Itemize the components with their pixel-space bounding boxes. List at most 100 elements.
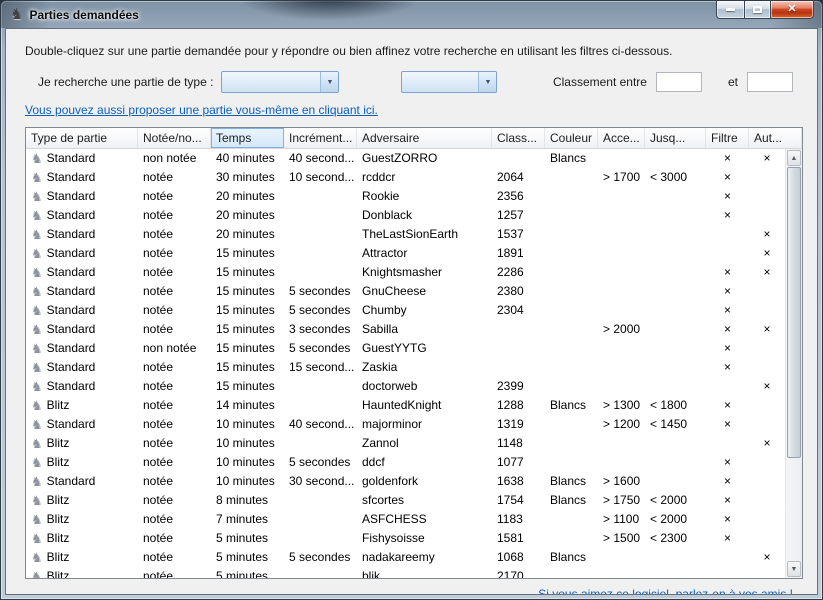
chevron-down-icon[interactable]: ▼: [478, 72, 496, 92]
table-row[interactable]: ♞Standardnotée15 minutesAttractor1891×: [26, 244, 785, 263]
chess-piece-icon: ♞: [31, 322, 43, 337]
table-row[interactable]: ♞Blitznotée8 minutessfcortes1754Blancs> …: [26, 491, 785, 510]
table-row[interactable]: ♞Standardnotée15 minutesdoctorweb2399×: [26, 377, 785, 396]
column-header-2[interactable]: Temps: [211, 128, 284, 148]
scrollbar-track[interactable]: [787, 167, 801, 560]
cell-9: ×: [706, 453, 749, 472]
cell-8: [645, 358, 706, 377]
game-type-text: Blitz: [47, 512, 70, 526]
table-row[interactable]: ♞Standardnotée20 minutesTheLastSionEarth…: [26, 225, 785, 244]
table-row[interactable]: ♞Standardnotée10 minutes40 second...majo…: [26, 415, 785, 434]
scroll-down-button[interactable]: ▼: [787, 561, 801, 577]
cell-3: 10 second...: [284, 168, 357, 187]
close-button[interactable]: ✕: [770, 1, 814, 19]
game-type-select[interactable]: ▼: [221, 71, 339, 93]
table-row[interactable]: ♞Standardnotée15 minutes5 secondesGnuChe…: [26, 282, 785, 301]
propose-game-link[interactable]: Vous pouvez aussi proposer une partie vo…: [25, 103, 378, 117]
table-row[interactable]: ♞Blitznotée5 minutesblik2170: [26, 567, 785, 578]
cell-7: > 1200: [598, 415, 645, 434]
cell-1: notée: [138, 225, 211, 244]
cell-4: doctorweb: [357, 377, 492, 396]
column-header-1[interactable]: Notée/no...: [138, 128, 211, 148]
cell-4: Chumby: [357, 301, 492, 320]
cell-0: ♞Blitz: [26, 453, 138, 472]
cell-2: 15 minutes: [211, 358, 284, 377]
column-header-5[interactable]: Class...: [492, 128, 545, 148]
cell-6: [545, 206, 598, 225]
maximize-button[interactable]: [744, 1, 771, 19]
cell-5: 1891: [492, 244, 545, 263]
cell-10: [749, 453, 785, 472]
table-row[interactable]: ♞Standardnotée15 minutes5 secondesChumby…: [26, 301, 785, 320]
cell-6: [545, 263, 598, 282]
cell-0: ♞Standard: [26, 358, 138, 377]
cell-9: [706, 377, 749, 396]
column-header-3[interactable]: Incrément...: [284, 128, 357, 148]
table-row[interactable]: ♞Standardnon notée40 minutes40 second...…: [26, 149, 785, 168]
cell-3: 5 secondes: [284, 548, 357, 567]
cell-2: 15 minutes: [211, 282, 284, 301]
table-row[interactable]: ♞Blitznotée10 minutes5 secondesddcf1077×: [26, 453, 785, 472]
cell-8: [645, 377, 706, 396]
table-row[interactable]: ♞Blitznotée14 minutesHauntedKnight1288Bl…: [26, 396, 785, 415]
game-type-text: Blitz: [47, 531, 70, 545]
titlebar[interactable]: ♞ Parties demandées ✕: [1, 1, 822, 28]
cell-10: ×: [749, 434, 785, 453]
table-row[interactable]: ♞Blitznotée5 minutesFishysoisse1581> 150…: [26, 529, 785, 548]
cell-10: ×: [749, 244, 785, 263]
game-type-text: Standard: [47, 208, 96, 222]
cell-9: ×: [706, 415, 749, 434]
table-row[interactable]: ♞Standardnotée10 minutes30 second...gold…: [26, 472, 785, 491]
table-row[interactable]: ♞Standardnotée15 minutes3 secondesSabill…: [26, 320, 785, 339]
table-row[interactable]: ♞Standardnon notée15 minutes5 secondesGu…: [26, 339, 785, 358]
chevron-down-icon[interactable]: ▼: [320, 72, 338, 92]
table-row[interactable]: ♞Standardnotée30 minutes10 second...rcdd…: [26, 168, 785, 187]
game-subtype-select[interactable]: ▼: [401, 71, 497, 93]
column-header-7[interactable]: Acce...: [598, 128, 645, 148]
table-row[interactable]: ♞Blitznotée7 minutesASFCHESS1183> 1100< …: [26, 510, 785, 529]
table-row[interactable]: ♞Standardnotée20 minutesDonblack1257×: [26, 206, 785, 225]
cell-6: [545, 168, 598, 187]
column-header-10[interactable]: Aut...: [749, 128, 802, 148]
scrollbar-thumb[interactable]: [787, 167, 801, 458]
table-row[interactable]: ♞Standardnotée15 minutes15 second...Zask…: [26, 358, 785, 377]
vertical-scrollbar[interactable]: ▲ ▼: [785, 149, 802, 578]
cell-7: > 1300: [598, 396, 645, 415]
cell-2: 15 minutes: [211, 320, 284, 339]
table-row[interactable]: ♞Blitznotée5 minutes5 secondesnadakareem…: [26, 548, 785, 567]
cell-5: [492, 358, 545, 377]
rating-min-input[interactable]: [656, 72, 702, 92]
cell-7: [598, 567, 645, 578]
chess-piece-icon: ♞: [31, 569, 43, 578]
minimize-button[interactable]: [716, 1, 745, 19]
cell-3: 40 second...: [284, 149, 357, 168]
rating-max-input[interactable]: [747, 72, 793, 92]
column-header-4[interactable]: Adversaire: [357, 128, 492, 148]
cell-1: notée: [138, 301, 211, 320]
cell-2: 15 minutes: [211, 377, 284, 396]
cell-10: [749, 301, 785, 320]
column-header-0[interactable]: Type de partie: [26, 128, 138, 148]
scroll-up-button[interactable]: ▲: [787, 150, 801, 166]
cell-3: [284, 567, 357, 578]
game-type-text: Standard: [47, 417, 96, 431]
cell-7: [598, 263, 645, 282]
column-header-6[interactable]: Couleur: [545, 128, 598, 148]
column-header-9[interactable]: Filtre: [706, 128, 749, 148]
table-row[interactable]: ♞Standardnotée15 minutesKnightsmasher228…: [26, 263, 785, 282]
table-row[interactable]: ♞Standardnotée20 minutesRookie2356×: [26, 187, 785, 206]
cell-1: notée: [138, 187, 211, 206]
cell-1: notée: [138, 358, 211, 377]
cell-6: [545, 244, 598, 263]
close-icon: ✕: [787, 4, 796, 15]
cell-8: < 2000: [645, 491, 706, 510]
share-with-friends-link[interactable]: Si vous aimez ce logiciel, parlez-en à v…: [538, 587, 793, 595]
cell-9: ×: [706, 472, 749, 491]
table-row[interactable]: ♞Blitznotée10 minutesZannol1148×: [26, 434, 785, 453]
cell-2: 7 minutes: [211, 510, 284, 529]
cell-6: Blancs: [545, 491, 598, 510]
cell-4: nadakareemy: [357, 548, 492, 567]
cell-5: 1754: [492, 491, 545, 510]
column-header-8[interactable]: Jusq...: [645, 128, 706, 148]
cell-0: ♞Standard: [26, 149, 138, 168]
